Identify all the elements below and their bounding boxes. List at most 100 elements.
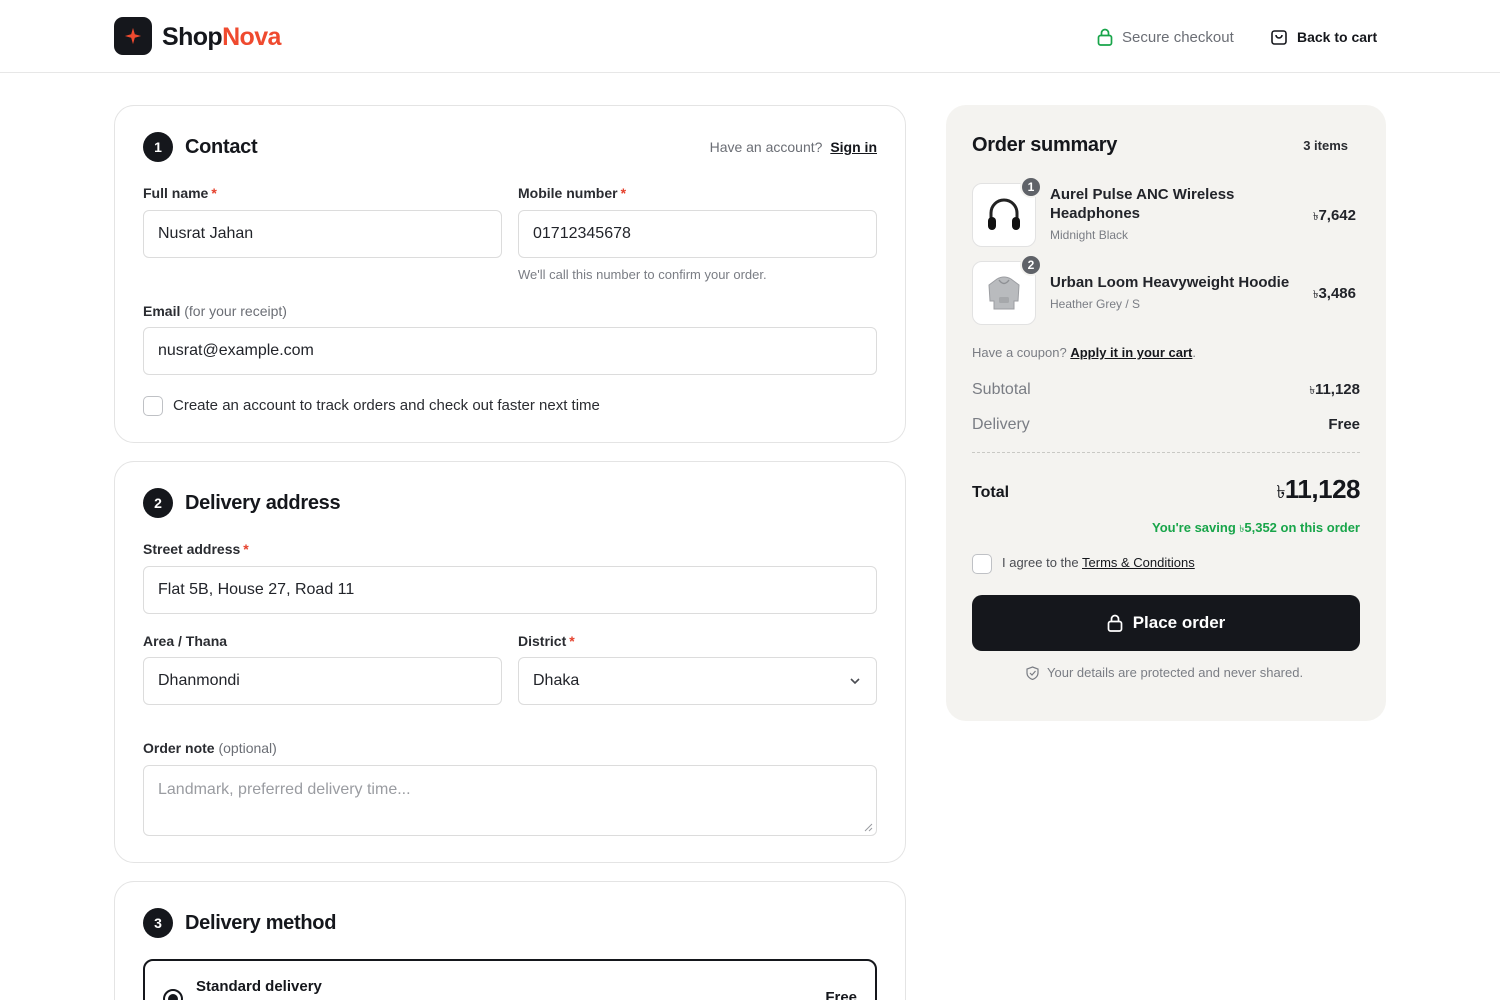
order-note-textarea[interactable]: Landmark, preferred delivery time... xyxy=(143,765,877,836)
product-name: Aurel Pulse ANC Wireless Headphones xyxy=(1050,186,1235,222)
required-mark: * xyxy=(569,633,575,649)
full-name-label-text: Full name xyxy=(143,185,209,201)
total-amount: 11,128 xyxy=(1284,474,1361,504)
top-header: ShopNova Secure checkout Back to cart xyxy=(0,0,1500,73)
email-input[interactable]: nusrat@example.com xyxy=(143,327,877,375)
brand-name[interactable]: ShopNova xyxy=(162,22,281,52)
terms-label: I agree to the Terms & Conditions xyxy=(1002,555,1195,570)
coupon-prompt-text: Have a coupon? xyxy=(972,345,1067,360)
order-note-label-text: Order note xyxy=(143,740,215,756)
mobile-number-label-text: Mobile number xyxy=(518,185,618,201)
brand-name-main: Shop xyxy=(162,23,223,51)
order-note-placeholder: Landmark, preferred delivery time... xyxy=(158,781,411,798)
sign-in-prompt: Have an account? Sign in xyxy=(710,139,877,155)
currency-symbol: ৳ xyxy=(1276,482,1285,502)
section-title: Contact xyxy=(185,136,258,158)
create-account-checkbox[interactable] xyxy=(143,396,163,416)
mobile-number-input[interactable]: 01712345678 xyxy=(518,210,877,258)
create-account-label[interactable]: Create an account to track orders and ch… xyxy=(173,397,600,414)
saving-suffix: on this order xyxy=(1280,520,1360,535)
resize-handle-icon[interactable] xyxy=(864,823,873,832)
product-name: Urban Loom Heavyweight Hoodie xyxy=(1050,274,1290,291)
subtotal-value: ৳11,128 xyxy=(1309,381,1360,401)
delivery-option-label: Standard delivery xyxy=(196,978,322,995)
saving-prefix: You're saving xyxy=(1152,520,1236,535)
section-title: Delivery method xyxy=(185,912,337,934)
mobile-number-label: Mobile number * xyxy=(518,185,626,201)
lock-icon xyxy=(1097,28,1113,46)
privacy-note: Your details are protected and never sha… xyxy=(1026,665,1303,680)
product-variant: Midnight Black xyxy=(1050,228,1129,242)
summary-title: Order summary xyxy=(972,134,1118,156)
shopnova-logo[interactable] xyxy=(114,17,152,55)
secure-checkout-label: Secure checkout xyxy=(1122,28,1234,46)
standard-delivery-option[interactable]: Standard delivery Free xyxy=(143,959,877,1000)
subtotal-label: Subtotal xyxy=(972,381,1031,398)
savings-note: You're saving ৳5,352 on this order xyxy=(1152,520,1360,539)
summary-divider xyxy=(972,452,1360,453)
shield-check-icon xyxy=(1026,665,1039,680)
total-value: ৳11,128 xyxy=(1276,474,1360,509)
product-price: ৳3,486 xyxy=(1313,285,1356,305)
place-order-button[interactable]: Place order xyxy=(972,595,1360,651)
delivery-address-section: 2 Delivery address Street address * Flat … xyxy=(114,461,906,863)
brand-name-accent: Nova xyxy=(222,23,281,51)
section-title: Delivery address xyxy=(185,492,341,514)
back-to-cart-label: Back to cart xyxy=(1297,29,1378,45)
district-select[interactable]: Dhaka xyxy=(518,657,877,705)
order-note-label-suffix: (optional) xyxy=(218,740,277,756)
terms-prefix: I agree to the xyxy=(1002,555,1079,570)
area-thana-label: Area / Thana xyxy=(143,633,228,649)
street-address-label-text: Street address xyxy=(143,541,241,557)
back-to-cart-link[interactable]: Back to cart xyxy=(1270,26,1377,48)
item-count: 3 items xyxy=(1303,138,1348,153)
chevron-down-icon xyxy=(850,678,860,685)
mobile-number-hint: We'll call this number to confirm your o… xyxy=(518,267,767,282)
full-name-input[interactable]: Nusrat Jahan xyxy=(143,210,502,258)
terms-checkbox[interactable] xyxy=(972,554,992,574)
total-label: Total xyxy=(972,484,1010,501)
product-price-value: 7,642 xyxy=(1318,207,1356,224)
step-number-badge: 1 xyxy=(143,132,173,162)
order-note-label: Order note (optional) xyxy=(143,740,277,756)
delivery-method-section: 3 Delivery method Standard delivery Free xyxy=(114,881,906,1000)
quantity-badge: 2 xyxy=(1020,254,1042,276)
bag-icon xyxy=(1271,30,1287,45)
subtotal-amount: 11,128 xyxy=(1314,381,1360,398)
apply-coupon-link[interactable]: Apply it in your cart xyxy=(1070,345,1192,360)
account-prompt-text: Have an account? xyxy=(709,139,823,155)
delivery-option-price: Free xyxy=(825,989,857,1000)
full-name-label: Full name * xyxy=(143,185,217,201)
street-address-input[interactable]: Flat 5B, House 27, Road 11 xyxy=(143,566,877,614)
contact-section: 1 Contact Have an account? Sign in Full … xyxy=(114,105,906,443)
district-selected-value: Dhaka xyxy=(533,672,580,689)
district-label-text: District xyxy=(518,633,567,649)
email-label-suffix: (for your receipt) xyxy=(184,303,287,319)
area-thana-input[interactable]: Dhanmondi xyxy=(143,657,502,705)
step-number-badge: 3 xyxy=(143,908,173,938)
saving-amount: 5,352 xyxy=(1244,520,1277,535)
quantity-badge: 1 xyxy=(1020,176,1042,198)
delivery-label: Delivery xyxy=(972,416,1030,433)
required-mark: * xyxy=(620,185,627,201)
product-variant: Heather Grey / S xyxy=(1050,297,1141,311)
secure-checkout-indicator: Secure checkout xyxy=(1097,26,1234,48)
coupon-period: . xyxy=(1192,345,1197,360)
lock-icon xyxy=(1107,614,1123,632)
privacy-note-text: Your details are protected and never sha… xyxy=(1047,665,1304,680)
product-price: ৳7,642 xyxy=(1313,207,1356,227)
delivery-value: Free xyxy=(1328,416,1360,433)
required-mark: * xyxy=(211,185,217,201)
required-mark: * xyxy=(243,541,249,557)
email-label-text: Email xyxy=(143,303,181,319)
headphones-icon xyxy=(988,198,1020,230)
email-label: Email (for your receipt) xyxy=(143,303,287,319)
standard-delivery-radio[interactable] xyxy=(163,989,183,1000)
sign-in-link[interactable]: Sign in xyxy=(830,139,877,155)
product-price-value: 3,486 xyxy=(1318,285,1356,302)
hoodie-icon xyxy=(988,276,1020,310)
district-label: District * xyxy=(518,633,575,649)
sparkle-icon xyxy=(124,27,142,45)
step-number-badge: 2 xyxy=(143,488,173,518)
terms-link[interactable]: Terms & Conditions xyxy=(1082,555,1195,570)
